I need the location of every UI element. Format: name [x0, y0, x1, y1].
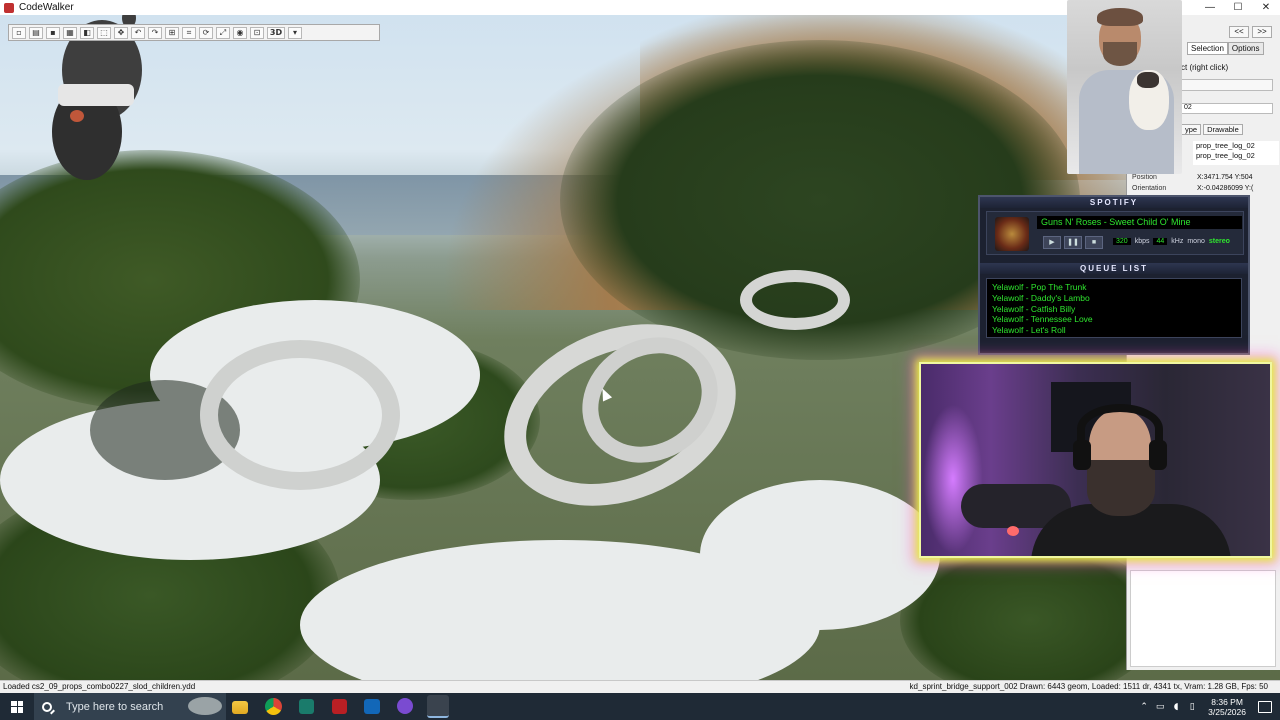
- save-icon[interactable]: ▪: [46, 26, 60, 39]
- tab-options[interactable]: Options: [1227, 42, 1264, 55]
- discord-icon[interactable]: [397, 698, 413, 714]
- volume-icon[interactable]: ◖: [1168, 702, 1184, 712]
- now-playing: Guns N' Roses - Sweet Child O' Mine ▶ ❚❚…: [986, 211, 1244, 255]
- spotify-widget: SPOTIFY Guns N' Roses - Sweet Child O' M…: [978, 195, 1250, 355]
- audio-info: 320 kbps 44 kHz mono stereo: [1113, 238, 1230, 245]
- orientation-label: Orientation: [1132, 185, 1167, 192]
- winding-road: [200, 340, 400, 490]
- taskbar-search[interactable]: Type here to search: [34, 693, 226, 720]
- status-loaded-file: Loaded cs2_09_props_combo0227_slod_child…: [3, 682, 196, 691]
- battery-icon[interactable]: ▯: [1184, 702, 1200, 712]
- entity-list[interactable]: prop_tree_log_02 prop_tree_log_02: [1193, 141, 1279, 165]
- status-render-stats: kd_sprint_bridge_support_002 Drawn: 6443…: [909, 682, 1268, 691]
- file-explorer-icon[interactable]: [232, 701, 248, 714]
- queue-item: Yelawolf - Pop The Trunk: [992, 282, 1087, 292]
- clock-time: 8:36 PM: [1211, 696, 1243, 707]
- position-label: Position: [1132, 174, 1157, 181]
- stop-button[interactable]: ■: [1085, 236, 1103, 249]
- notification-icon[interactable]: [1258, 700, 1272, 713]
- list-item[interactable]: prop_tree_log_02: [1196, 151, 1279, 161]
- main-toolbar: ▫ ▤ ▪ ▦ ◧ ⬚ ✥ ↶ ↷ ⊞ ⌗ ⟳ ⤢ ◉ ⊡ 3D ▾: [8, 24, 380, 41]
- windows-icon: [11, 700, 23, 713]
- close-button[interactable]: ✕: [1252, 0, 1280, 15]
- khz-label: kHz: [1171, 238, 1184, 245]
- window-title: CodeWalker: [19, 2, 74, 13]
- move-icon[interactable]: ✥: [114, 26, 128, 39]
- queue-item: Yelawolf - Daddy's Lambo: [992, 292, 1090, 303]
- new-icon[interactable]: ▫: [12, 26, 26, 39]
- tab-type[interactable]: ype: [1181, 124, 1202, 135]
- album-art: [995, 217, 1029, 251]
- orientation-value: X:-0.04286099 Y:(: [1197, 185, 1254, 192]
- pause-button[interactable]: ❚❚: [1064, 236, 1082, 249]
- search-highlight-icon: [188, 697, 222, 715]
- undo-icon[interactable]: ↶: [131, 26, 145, 39]
- grid-icon[interactable]: ▦: [63, 26, 77, 39]
- snow-slope-right: [700, 480, 940, 630]
- upper-track: [740, 270, 850, 330]
- codewalker-icon: [4, 2, 14, 13]
- tab-selection[interactable]: Selection: [1187, 42, 1228, 55]
- search-placeholder: Type here to search: [66, 700, 164, 713]
- status-bar: Loaded cs2_09_props_combo0227_slod_child…: [0, 680, 1280, 693]
- queue-item: Yelawolf - Tennessee Love: [992, 314, 1093, 325]
- view-icon[interactable]: ◧: [80, 26, 94, 39]
- streamer-facecam: [919, 362, 1272, 558]
- queue-list: Yelawolf - Pop The Trunk Yelawolf - Dadd…: [986, 278, 1242, 338]
- queue-item: Yelawolf - Let's Roll: [992, 325, 1066, 336]
- clock-date: 3/25/2026: [1208, 706, 1246, 717]
- maximize-button[interactable]: ☐: [1224, 0, 1252, 15]
- list-item[interactable]: prop_tree_log_02: [1196, 141, 1279, 151]
- chrome-icon[interactable]: [265, 698, 282, 715]
- system-tray: ⌃ ▭ ◖ ▯ 8:36 PM 3/25/2026: [1136, 693, 1280, 720]
- khz-value: 44: [1153, 238, 1168, 245]
- start-button[interactable]: [0, 693, 34, 720]
- rotate-icon[interactable]: ⟳: [199, 26, 213, 39]
- spotify-header: SPOTIFY: [980, 197, 1248, 208]
- calculator-icon[interactable]: [299, 699, 314, 714]
- select-icon[interactable]: ⬚: [97, 26, 111, 39]
- scale-icon[interactable]: ⤢: [216, 26, 230, 39]
- tab-drawable[interactable]: Drawable: [1203, 124, 1243, 135]
- queue-header: QUEUE LIST: [980, 263, 1248, 274]
- open-icon[interactable]: ▤: [29, 26, 43, 39]
- queue-item: Yelawolf - Catfish Billy: [992, 303, 1076, 314]
- stereo-indicator: stereo: [1208, 238, 1230, 245]
- codewalker-taskbar-icon[interactable]: [427, 695, 449, 718]
- chevron-down-icon[interactable]: ▾: [288, 26, 302, 39]
- network-icon[interactable]: ▭: [1152, 702, 1168, 712]
- wireframe-icon[interactable]: ⌗: [182, 26, 196, 39]
- collapse-button[interactable]: <<: [1229, 26, 1249, 38]
- acrobat-icon[interactable]: [332, 699, 347, 714]
- camera-icon[interactable]: ◉: [233, 26, 247, 39]
- search-icon: [42, 701, 52, 712]
- windows-taskbar: Type here to search ⌃ ▭ ◖ ▯ 8:36 PM 3/25…: [0, 693, 1280, 720]
- selection-field[interactable]: 02: [1181, 103, 1273, 114]
- mono-indicator: mono: [1187, 238, 1205, 245]
- position-value: X:3471.754 Y:504: [1197, 174, 1253, 181]
- mode-3d-button[interactable]: 3D: [267, 26, 285, 39]
- selection-combo[interactable]: [1181, 79, 1273, 91]
- now-playing-track: Guns N' Roses - Sweet Child O' Mine: [1037, 216, 1242, 229]
- kbps-label: kbps: [1134, 238, 1150, 245]
- snap-icon[interactable]: ⊞: [165, 26, 179, 39]
- selection-hint: ct (right click): [1181, 63, 1229, 72]
- clock[interactable]: 8:36 PM 3/25/2026: [1208, 697, 1246, 717]
- chevron-up-icon[interactable]: ⌃: [1136, 702, 1152, 712]
- minimize-button[interactable]: —: [1196, 0, 1224, 15]
- outlook-icon[interactable]: [364, 699, 380, 714]
- webcam-guest: [1067, 0, 1182, 174]
- play-button[interactable]: ▶: [1043, 236, 1061, 249]
- lock-icon[interactable]: ⊡: [250, 26, 264, 39]
- properties-area[interactable]: [1130, 570, 1276, 667]
- redo-icon[interactable]: ↷: [148, 26, 162, 39]
- expand-button[interactable]: >>: [1252, 26, 1272, 38]
- kbps-value: 320: [1113, 238, 1131, 245]
